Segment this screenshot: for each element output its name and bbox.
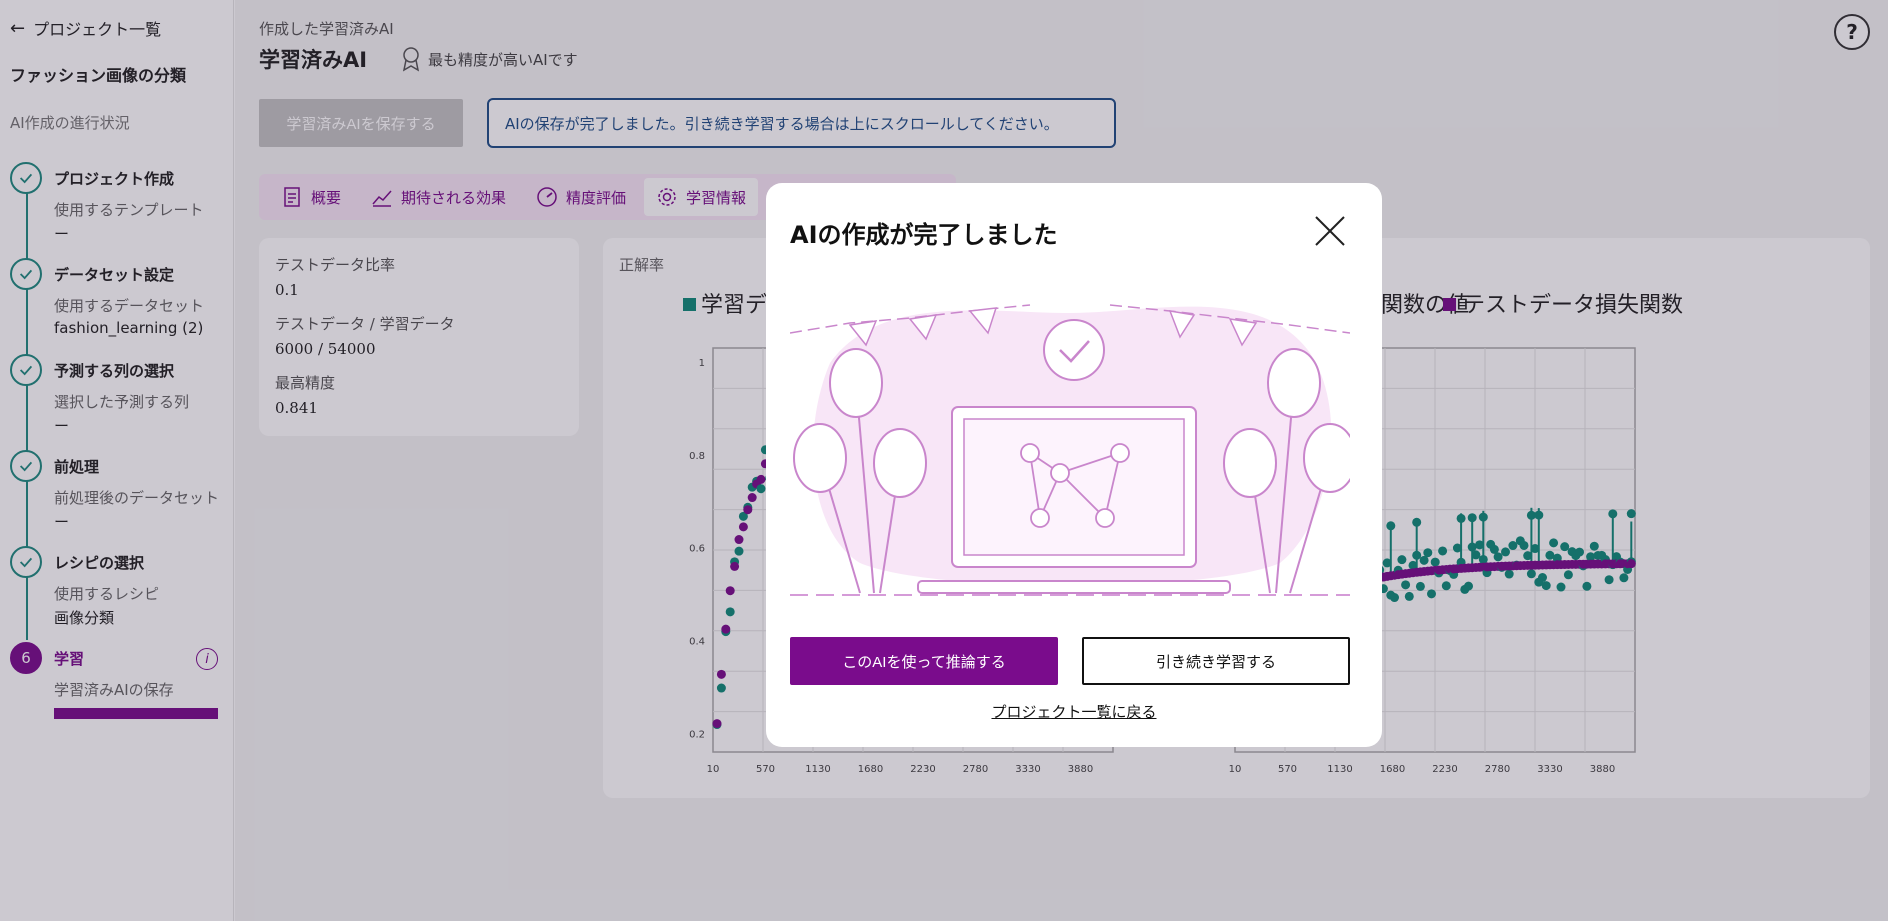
back-to-project-list-link[interactable]: プロジェクト一覧に戻る [766,701,1382,722]
infer-with-ai-button[interactable]: このAIを使って推論する [790,637,1058,685]
continue-training-button[interactable]: 引き続き学習する [1082,637,1350,685]
illus-check-circle [1043,319,1105,381]
celebration-illustration [790,304,1350,596]
close-icon[interactable] [1312,213,1348,249]
completion-modal: AIの作成が完了しました このAIを使って推論する 引き続き学習する プロジェク… [766,183,1382,747]
illus-laptop-base [917,580,1231,594]
modal-title: AIの作成が完了しました [790,221,1058,249]
